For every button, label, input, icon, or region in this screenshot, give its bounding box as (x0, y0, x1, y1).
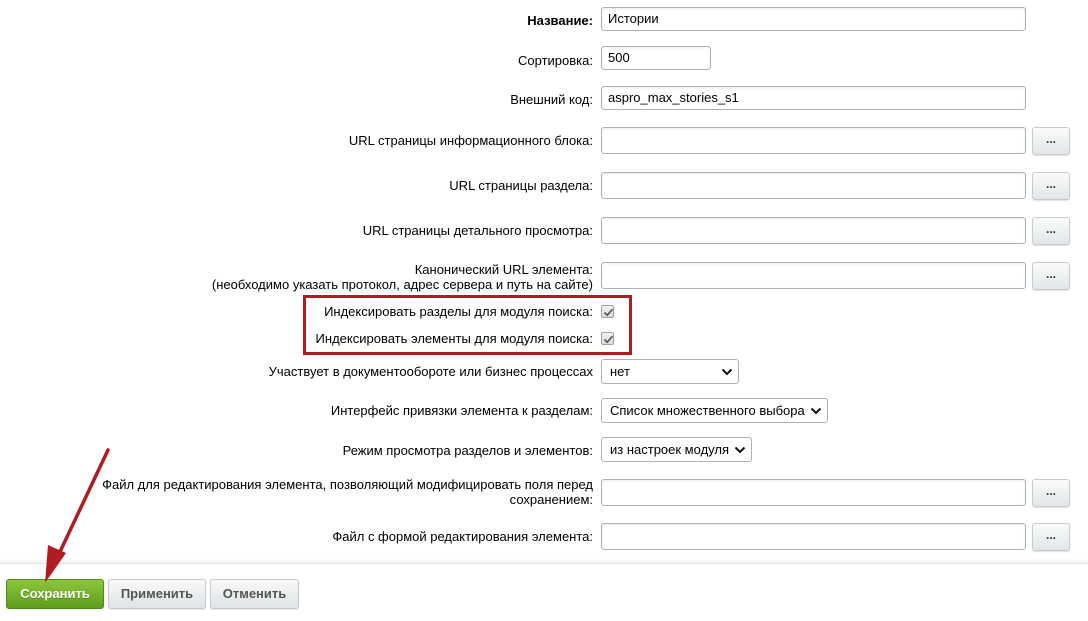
edit-file-label: Файл для редактирования элемента, позвол… (102, 477, 593, 507)
cancel-button[interactable]: Отменить (210, 579, 299, 609)
name-input[interactable]: Истории (601, 7, 1026, 31)
highlight-frame (303, 295, 632, 355)
section-page-url-browse-button[interactable]: ... (1032, 172, 1070, 200)
list-page-url-browse-button[interactable]: ... (1032, 127, 1070, 155)
chevron-down-icon (810, 407, 822, 415)
chevron-down-icon (734, 446, 746, 454)
edit-file-browse-button[interactable]: ... (1032, 479, 1070, 507)
save-button[interactable]: Сохранить (6, 579, 104, 609)
section-page-url-input[interactable] (601, 172, 1026, 199)
section-binding-label: Интерфейс привязки элемента к разделам: (330, 403, 593, 418)
section-binding-select[interactable]: Список множественного выбора (601, 398, 828, 423)
apply-button[interactable]: Применить (108, 579, 206, 609)
external-code-label: Внешний код: (510, 92, 593, 107)
section-binding-select-value: Список множественного выбора (610, 403, 805, 418)
detail-page-url-input[interactable] (601, 217, 1026, 244)
edit-form-file-label: Файл с формой редактирования элемента: (332, 529, 593, 544)
workflow-select-value: нет (610, 364, 630, 379)
view-mode-select[interactable]: из настроек модуля (601, 437, 752, 462)
sort-label: Сортировка: (518, 53, 593, 68)
view-mode-select-value: из настроек модуля (610, 442, 729, 457)
canonical-url-browse-button[interactable]: ... (1032, 262, 1070, 290)
canonical-url-label: Канонический URL элемента: (необходимо у… (212, 262, 593, 292)
view-mode-label: Режим просмотра разделов и элементов: (342, 443, 593, 458)
canonical-url-label-line2: (необходимо указать протокол, адрес серв… (211, 277, 593, 292)
sort-input[interactable]: 500 (601, 46, 711, 70)
workflow-select[interactable]: нет (601, 359, 739, 384)
workflow-label: Участвует в документообороте или бизнес … (268, 364, 593, 379)
external-code-input[interactable]: aspro_max_stories_s1 (601, 86, 1026, 110)
chevron-down-icon (721, 368, 733, 376)
edit-form-file-browse-button[interactable]: ... (1032, 523, 1070, 551)
iblock-settings-form: Название: Истории Сортировка: 500 Внешни… (0, 0, 1088, 563)
canonical-url-input[interactable] (601, 262, 1026, 289)
edit-form-file-input[interactable] (601, 523, 1026, 550)
form-footer: Сохранить Применить Отменить (0, 563, 1088, 621)
edit-file-input[interactable] (601, 479, 1026, 506)
section-page-url-label: URL страницы раздела: (449, 178, 593, 193)
name-label: Название: (527, 13, 593, 28)
list-page-url-input[interactable] (601, 127, 1026, 154)
list-page-url-label: URL страницы информационного блока: (348, 133, 593, 148)
detail-page-url-label: URL страницы детального просмотра: (362, 223, 593, 238)
canonical-url-label-line1: Канонический URL элемента: (414, 262, 593, 277)
detail-page-url-browse-button[interactable]: ... (1032, 217, 1070, 245)
